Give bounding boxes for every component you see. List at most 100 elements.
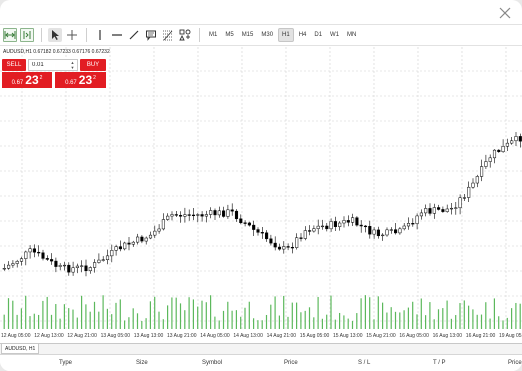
- candle: [226, 204, 230, 219]
- volume-bar: [330, 295, 332, 329]
- time-axis-label: 14 Aug 13:00: [233, 333, 263, 339]
- timeframe-m30[interactable]: M30: [258, 29, 276, 41]
- timeframe-w1[interactable]: W1: [327, 29, 342, 41]
- tab-audusd-h1[interactable]: AUDUSD, H1: [1, 344, 40, 354]
- volume-bar: [38, 314, 40, 329]
- sell-button[interactable]: SELL: [2, 59, 26, 71]
- candle: [277, 243, 282, 251]
- candle: [484, 154, 488, 169]
- candlestick-chart[interactable]: 12 Aug 05:00 12 Aug 13:00 12 Aug 21:00 13 A…: [0, 47, 522, 343]
- candle: [505, 138, 509, 151]
- candle: [467, 181, 471, 202]
- volume-bar: [463, 300, 465, 329]
- volume-bar: [515, 302, 517, 329]
- volume-bar: [283, 295, 285, 329]
- candle: [372, 227, 376, 239]
- candle: [75, 263, 79, 274]
- candle: [123, 241, 127, 251]
- chart-shift-icon[interactable]: [20, 28, 34, 42]
- volume-bar: [480, 314, 483, 329]
- volume-bar: [42, 300, 44, 329]
- candle: [437, 204, 441, 211]
- column-price[interactable]: Price: [284, 360, 298, 366]
- price-chart[interactable]: 12 Aug 05:00 12 Aug 13:00 12 Aug 21:00 13 A…: [0, 47, 522, 343]
- column-price-current[interactable]: Price: [508, 360, 522, 366]
- timeframe-m15[interactable]: M15: [239, 29, 257, 41]
- time-axis-label: 13 Aug 05:00: [101, 333, 131, 339]
- volume-bar: [373, 319, 375, 329]
- volume-bar: [502, 320, 504, 329]
- volume-bar: [386, 312, 388, 329]
- volume-bar: [476, 314, 478, 329]
- candle: [381, 233, 385, 241]
- candle: [71, 261, 75, 276]
- volume-stepper[interactable]: ▲ ▼: [68, 60, 77, 70]
- volume-bar: [446, 300, 448, 329]
- sell-price[interactable]: 0.67 23 2: [2, 72, 53, 88]
- time-axis-label: 12 Aug 05:00: [1, 333, 31, 339]
- one-click-trading-panel: SELL ▲ ▼ BUY 0.67 23 2 0.67 23 2: [2, 58, 106, 88]
- candle: [514, 132, 518, 147]
- volume-bar: [29, 316, 31, 329]
- trend-line-icon[interactable]: [127, 28, 141, 42]
- column-symbol[interactable]: Symbol: [202, 360, 222, 366]
- horizontal-line-icon[interactable]: [110, 28, 124, 42]
- candle: [363, 224, 368, 233]
- text-label-icon[interactable]: [144, 28, 158, 42]
- volume-bar: [184, 310, 186, 329]
- buy-button[interactable]: BUY: [80, 59, 106, 71]
- candle: [217, 206, 221, 218]
- objects-icon[interactable]: [178, 28, 192, 42]
- volume-bar: [433, 319, 435, 329]
- candle: [385, 227, 389, 237]
- volume-bar: [394, 311, 397, 329]
- candle: [200, 211, 204, 222]
- candle: [213, 208, 217, 220]
- volume-bar: [356, 313, 358, 329]
- vertical-line-icon[interactable]: [93, 28, 107, 42]
- volume-bar: [377, 296, 379, 329]
- volume-bar: [167, 305, 169, 329]
- cursor-arrow-icon[interactable]: [48, 28, 62, 42]
- candle: [454, 201, 458, 215]
- timeframe-h1[interactable]: H1: [278, 28, 294, 42]
- column-sl[interactable]: S / L: [358, 360, 370, 366]
- timeframe-m5[interactable]: M5: [222, 29, 236, 41]
- volume-bar: [201, 300, 203, 329]
- time-axis-label: 16 Aug 05:00: [399, 333, 429, 339]
- column-tp[interactable]: T / P: [433, 360, 446, 366]
- volume-bar: [455, 315, 457, 329]
- timeframe-mn[interactable]: MN: [344, 29, 359, 41]
- volume-bar: [442, 308, 444, 329]
- stepper-down-icon[interactable]: ▼: [68, 65, 77, 70]
- volume-bar: [68, 308, 70, 329]
- volume-bar: [85, 304, 87, 329]
- volume-bar: [115, 302, 117, 329]
- candle: [50, 253, 54, 265]
- volume-bar: [145, 318, 147, 329]
- volume-bar: [399, 312, 401, 329]
- volume-bar: [459, 303, 461, 329]
- chart-window: M1 M5 M15 M30 H1 H4 D1 W1 MN 12 Aug 05:0…: [0, 0, 522, 371]
- volume-bar: [218, 320, 220, 329]
- buy-price-pipette: 2: [93, 75, 96, 81]
- candle: [24, 250, 28, 266]
- volume-bar: [132, 308, 134, 329]
- volume-bar: [498, 316, 500, 329]
- volume-bar: [274, 296, 276, 329]
- volume-bar: [136, 313, 139, 329]
- buy-price[interactable]: 0.67 23 2: [55, 72, 106, 88]
- timeframe-h4[interactable]: H4: [296, 29, 310, 41]
- volume-bar: [420, 298, 422, 329]
- timeframe-m1[interactable]: M1: [206, 29, 220, 41]
- autoscroll-icon[interactable]: [3, 28, 17, 42]
- fibonacci-icon[interactable]: [161, 28, 175, 42]
- column-size[interactable]: Size: [136, 360, 148, 366]
- crosshair-icon[interactable]: [65, 28, 79, 42]
- candle: [62, 261, 67, 271]
- column-type[interactable]: Type: [59, 360, 72, 366]
- timeframe-d1[interactable]: D1: [311, 29, 325, 41]
- close-icon[interactable]: [496, 4, 514, 22]
- candle: [282, 241, 286, 254]
- volume-bar: [63, 304, 65, 329]
